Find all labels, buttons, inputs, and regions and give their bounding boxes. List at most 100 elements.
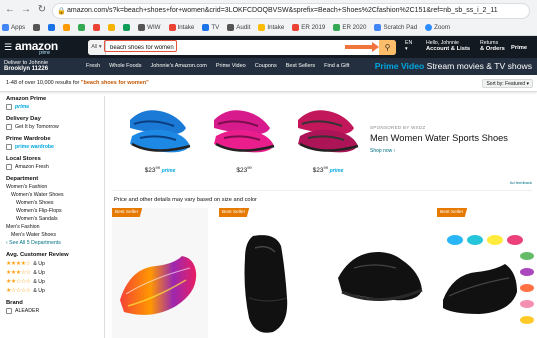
dept-womens-water-shoes[interactable]: Women's Water Shoes <box>6 192 98 198</box>
product-card[interactable]: Best Seller <box>219 208 315 338</box>
checkbox[interactable] <box>6 164 12 170</box>
amazon-subheader: Deliver to Johnnie Brooklyn 11226 Fresh … <box>0 58 537 75</box>
checkbox[interactable] <box>6 104 12 110</box>
banner-title[interactable]: Men Women Water Sports Shoes <box>370 133 508 143</box>
banner-product-2[interactable]: $2399 <box>204 98 284 176</box>
search-icon: ⚲ <box>384 43 391 52</box>
product-card[interactable]: Best Seller <box>112 208 208 338</box>
bookmark-intake[interactable]: Intake <box>168 24 194 31</box>
checkbox[interactable] <box>6 124 12 130</box>
bookmark[interactable] <box>108 24 116 31</box>
bookmark[interactable] <box>78 24 86 31</box>
checkbox[interactable] <box>6 308 12 314</box>
filter-heading-local: Local Stores <box>6 156 41 162</box>
bookmark-icon <box>258 24 266 31</box>
filter-prime[interactable]: prime <box>6 104 98 110</box>
bookmark-icon <box>292 24 300 31</box>
bookmark[interactable] <box>93 24 101 31</box>
dept-womens-sandals[interactable]: Women's Sandals <box>6 216 98 222</box>
dept-mens-water-shoes[interactable]: Men's Water Shoes <box>6 232 98 238</box>
reload-icon[interactable]: ↻ <box>36 4 48 16</box>
nav-coupons[interactable]: Coupons <box>255 63 277 69</box>
bookmark-icon <box>93 24 101 31</box>
dept-womens-flip-flops[interactable]: Women's Flip-Flops <box>6 208 98 214</box>
forward-icon[interactable]: → <box>20 4 32 16</box>
review-1-up[interactable]: ★☆☆☆☆ & Up <box>6 287 98 295</box>
stars-icon: ★★☆☆☆ <box>6 279 31 285</box>
product-card[interactable] <box>330 208 426 338</box>
search-button[interactable]: ⚲ <box>379 40 396 55</box>
account-lists[interactable]: Hello, Johnnie Account & Lists <box>426 40 470 52</box>
nav-fresh[interactable]: Fresh <box>86 63 100 69</box>
nav-best-sellers[interactable]: Best Sellers <box>286 63 315 69</box>
sidebar-divider <box>104 96 105 338</box>
bookmark-icon <box>374 24 382 31</box>
bookmark[interactable] <box>63 24 71 31</box>
results-info-bar: 1-48 of over 10,000 results for "beach s… <box>0 75 537 92</box>
product-card[interactable]: Best Seller <box>437 208 537 338</box>
menu-icon[interactable]: ☰ <box>4 42 12 53</box>
url-bar[interactable]: 🔒 amazon.com/s?k=beach+shoes+for+women&c… <box>52 3 530 19</box>
search-category-select[interactable]: All ▾ <box>88 40 106 55</box>
filter-heading-delivery: Delivery Day <box>6 116 41 122</box>
bookmark-apps[interactable]: Apps <box>2 24 25 31</box>
checkbox[interactable] <box>6 144 12 150</box>
returns-orders[interactable]: Returns & Orders <box>480 40 505 52</box>
prime-badge: prime <box>161 168 176 175</box>
review-2-up[interactable]: ★★☆☆☆ & Up <box>6 278 98 286</box>
dept-womens-shoes[interactable]: Women's Shoes <box>6 200 98 206</box>
bookmark-er-2020[interactable]: ER 2020 <box>333 24 366 31</box>
results-count: 1-48 of over 10,000 results for <box>6 80 80 86</box>
dept-mens-fashion[interactable]: Men's Fashion <box>6 224 98 230</box>
bookmark[interactable] <box>48 24 56 31</box>
filter-amazon-fresh[interactable]: Amazon Fresh <box>6 164 98 170</box>
review-4-up[interactable]: ★★★★☆ & Up <box>6 260 98 268</box>
bookmark-icon <box>63 24 71 31</box>
shoe-image <box>338 252 423 301</box>
stars-icon: ★★★☆☆ <box>6 270 31 276</box>
amazon-logo[interactable]: amazon prime <box>15 39 58 56</box>
bookmark-audit[interactable]: Audit <box>227 24 250 31</box>
filter-get-it-tomorrow[interactable]: Get It by Tomorrow <box>6 124 98 130</box>
shoe-image <box>244 235 288 333</box>
bookmark-tv[interactable]: TV <box>202 24 219 31</box>
bookmark[interactable] <box>33 24 41 31</box>
bookmark-scratch-pad[interactable]: Scratch Pad <box>374 24 417 31</box>
shoe-image <box>214 110 275 153</box>
nav-find-a-gift[interactable]: Find a Gift <box>324 63 349 69</box>
back-icon[interactable]: ← <box>4 4 16 16</box>
results-query: "beach shoes for women" <box>80 80 149 86</box>
filter-heading-brand: Brand <box>6 300 23 306</box>
shop-now-link[interactable]: Shop now › <box>370 148 395 154</box>
bookmark-icon <box>333 24 341 31</box>
bookmark-wiw[interactable]: WIW <box>138 24 161 31</box>
banner-product-1[interactable]: $2399 prime <box>120 98 200 176</box>
ad-feedback-link[interactable]: Ad feedback <box>510 180 532 185</box>
bookmark-intake-2[interactable]: Intake <box>258 24 284 31</box>
review-3-up[interactable]: ★★★☆☆ & Up <box>6 269 98 277</box>
prime-video-promo[interactable]: Prime Video Stream movies & TV shows <box>375 61 532 71</box>
banner-product-3[interactable]: $2399 prime <box>288 98 368 176</box>
filter-brand-aleader[interactable]: ALEADER <box>6 308 98 314</box>
stars-icon: ★☆☆☆☆ <box>6 288 31 294</box>
bookmark-icon <box>48 24 56 31</box>
shoe-image <box>443 235 534 324</box>
sort-dropdown[interactable]: Sort by: Featured ▾ <box>482 79 533 88</box>
language-selector[interactable]: EN ▾ <box>405 40 412 52</box>
see-all-departments-link[interactable]: ‹ See All 5 Departments <box>6 240 98 246</box>
dept-womens-fashion[interactable]: Women's Fashion <box>6 184 98 190</box>
nav-whole-foods[interactable]: Whole Foods <box>109 63 141 69</box>
nav-prime-video[interactable]: Prime Video <box>216 63 246 69</box>
bookmark-er-2019[interactable]: ER 2019 <box>292 24 325 31</box>
prime-menu[interactable]: Prime <box>511 45 527 51</box>
search-input[interactable] <box>107 40 379 55</box>
nav-johnnies-amazon[interactable]: Johnnie's Amazon.com <box>150 63 206 69</box>
zoom-icon <box>425 24 433 31</box>
filter-prime-wardrobe[interactable]: prime wardrobe <box>6 144 98 150</box>
url-text: amazon.com/s?k=beach+shoes+for+women&cri… <box>67 7 498 14</box>
bookmark-zoom[interactable]: Zoom <box>425 24 450 31</box>
deliver-to[interactable]: Deliver to Johnnie Brooklyn 11226 <box>4 60 48 72</box>
bookmark[interactable] <box>123 24 131 31</box>
bookmark-icon <box>138 24 146 31</box>
banner-price: $2399 prime <box>144 165 176 175</box>
